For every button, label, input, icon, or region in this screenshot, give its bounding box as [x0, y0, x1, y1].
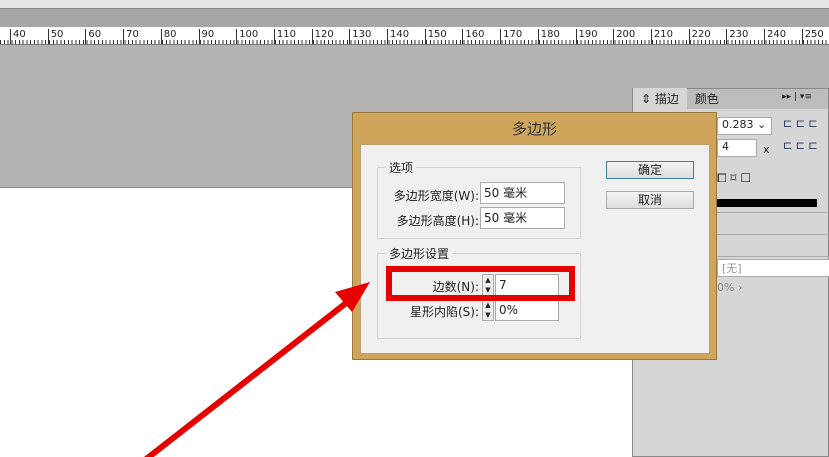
annotation-arrow [143, 282, 370, 457]
arrow-shaft [143, 297, 352, 457]
